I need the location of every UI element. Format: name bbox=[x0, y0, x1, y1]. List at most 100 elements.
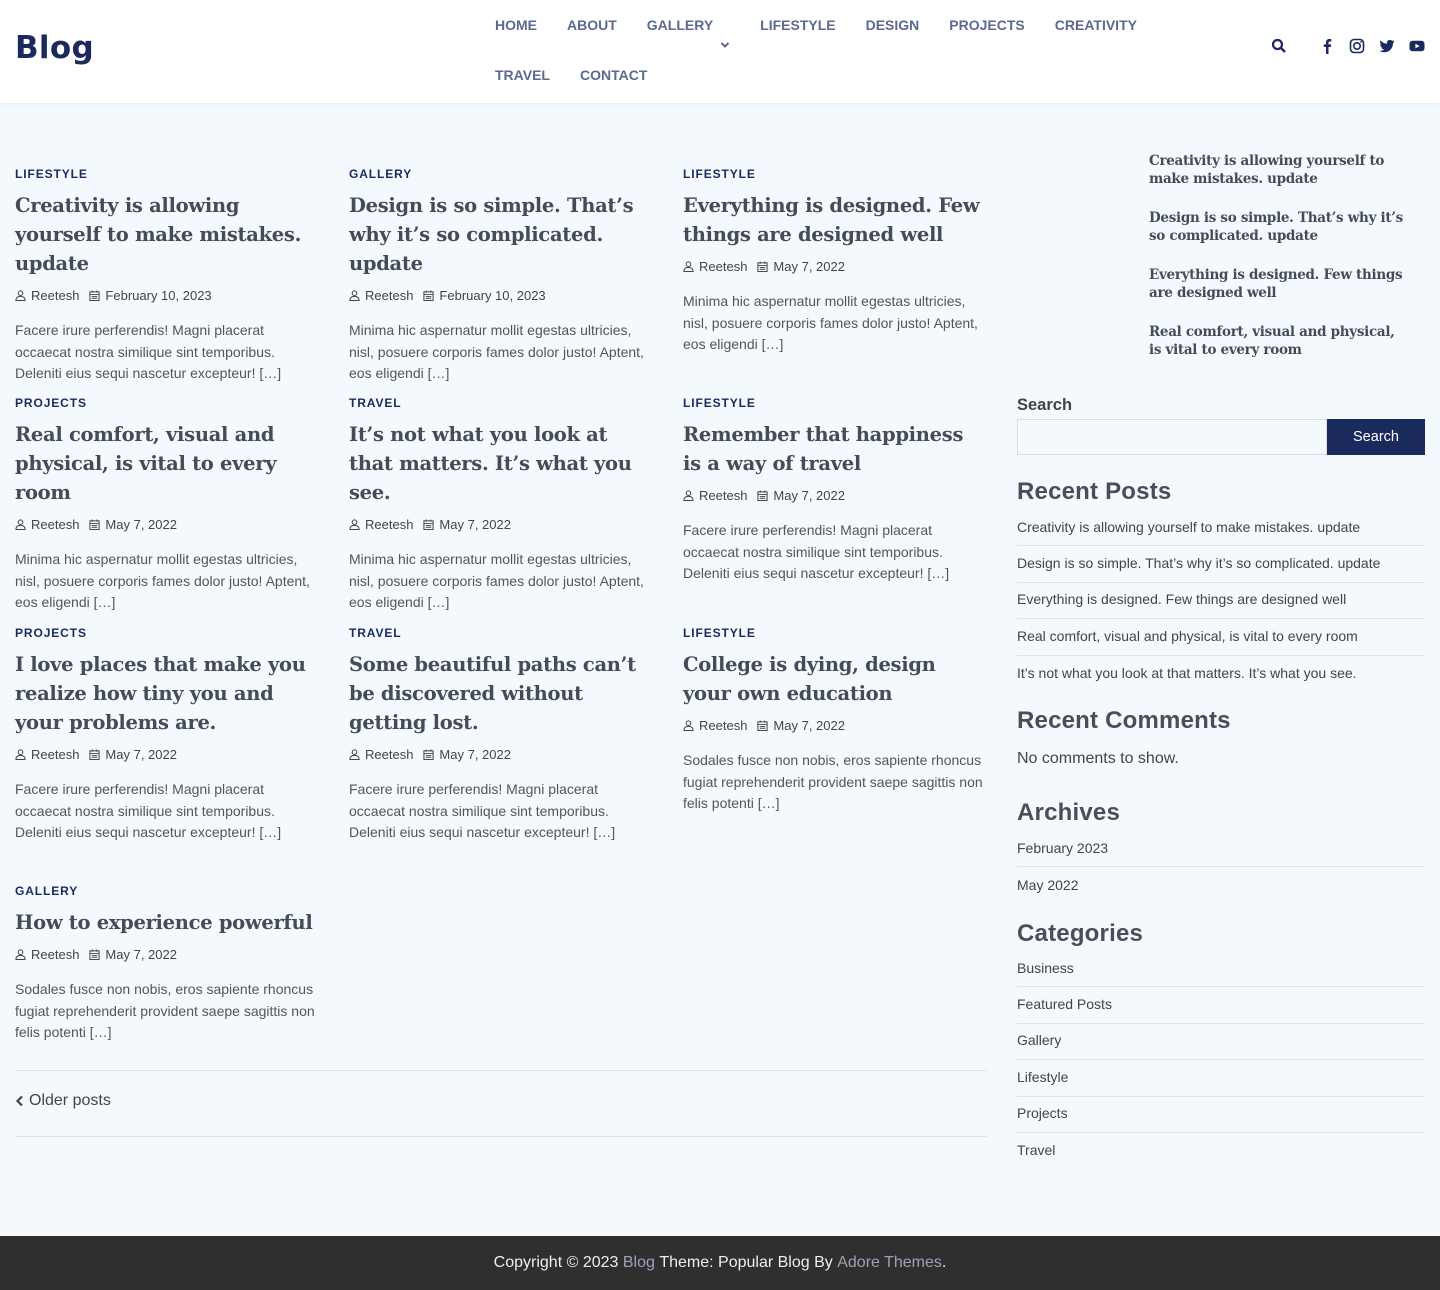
post-category[interactable]: LIFESTYLE bbox=[683, 396, 987, 410]
post-card: LIFESTYLE Remember that happiness is a w… bbox=[683, 396, 987, 585]
post-date[interactable]: May 7, 2022 bbox=[89, 947, 177, 962]
category-link[interactable]: Travel bbox=[1017, 1133, 1425, 1169]
archives-title: Archives bbox=[1017, 799, 1120, 826]
footer-theme-link[interactable]: Adore Themes bbox=[837, 1254, 942, 1272]
post-meta: Reetesh May 7, 2022 bbox=[683, 258, 987, 274]
recent-comments-title: Recent Comments bbox=[1017, 707, 1231, 734]
post-card: GALLERY Design is so simple. That’s why … bbox=[349, 167, 653, 385]
post-date[interactable]: May 7, 2022 bbox=[757, 488, 845, 503]
post-card: LIFESTYLE Creativity is allowing yoursel… bbox=[15, 167, 319, 385]
post-author[interactable]: Reetesh bbox=[15, 947, 79, 962]
recent-post-link[interactable]: It’s not what you look at that matters. … bbox=[1017, 656, 1425, 692]
post-date[interactable]: May 7, 2022 bbox=[757, 259, 845, 274]
post-author[interactable]: Reetesh bbox=[15, 288, 79, 303]
featured-post-title[interactable]: Real comfort, visual and physical, is vi… bbox=[1149, 323, 1411, 380]
search-input[interactable] bbox=[1017, 419, 1327, 455]
post-author[interactable]: Reetesh bbox=[15, 517, 79, 532]
calendar-icon bbox=[89, 948, 101, 960]
pagination-divider-top bbox=[15, 1070, 987, 1071]
instagram-icon[interactable] bbox=[1349, 38, 1365, 54]
post-category[interactable]: LIFESTYLE bbox=[683, 167, 987, 181]
category-link[interactable]: Featured Posts bbox=[1017, 987, 1425, 1024]
post-title[interactable]: Everything is designed. Few things are d… bbox=[683, 191, 987, 249]
post-category[interactable]: GALLERY bbox=[15, 884, 319, 898]
post-excerpt: Minima hic aspernatur mollit egestas ult… bbox=[349, 551, 644, 610]
chevron-left-icon bbox=[15, 1095, 23, 1107]
nav-gallery[interactable]: GALLERY bbox=[632, 0, 745, 50]
post-title[interactable]: Real comfort, visual and physical, is vi… bbox=[15, 420, 319, 507]
featured-post-title[interactable]: Creativity is allowing yourself to make … bbox=[1149, 152, 1411, 209]
post-author[interactable]: Reetesh bbox=[683, 718, 747, 733]
post-author[interactable]: Reetesh bbox=[349, 517, 413, 532]
older-posts-link[interactable]: Older posts bbox=[15, 1092, 111, 1110]
calendar-icon bbox=[423, 518, 435, 530]
user-icon bbox=[683, 260, 694, 272]
nav-about[interactable]: ABOUT bbox=[552, 0, 632, 50]
post-excerpt: Facere irure perferendis! Magni placerat… bbox=[683, 522, 950, 581]
post-card: PROJECTS I love places that make you rea… bbox=[15, 626, 319, 844]
post-card: LIFESTYLE Everything is designed. Few th… bbox=[683, 167, 987, 356]
main-nav: HOME ABOUT GALLERY LIFESTYLE DESIGN PROJ… bbox=[480, 0, 1220, 103]
calendar-icon bbox=[89, 748, 101, 760]
archive-link[interactable]: May 2022 bbox=[1017, 867, 1425, 903]
category-link[interactable]: Lifestyle bbox=[1017, 1060, 1425, 1097]
recent-posts-list: Creativity is allowing yourself to make … bbox=[1017, 510, 1425, 692]
nav-design[interactable]: DESIGN bbox=[851, 0, 935, 50]
post-date[interactable]: May 7, 2022 bbox=[89, 747, 177, 762]
post-title[interactable]: I love places that make you realize how … bbox=[15, 650, 319, 737]
post-author[interactable]: Reetesh bbox=[683, 488, 747, 503]
facebook-icon[interactable] bbox=[1319, 38, 1335, 54]
post-title[interactable]: Design is so simple. That’s why it’s so … bbox=[349, 191, 653, 278]
post-title[interactable]: How to experience powerful bbox=[15, 908, 319, 937]
post-title[interactable]: Some beautiful paths can’t be discovered… bbox=[349, 650, 653, 737]
recent-post-link[interactable]: Design is so simple. That’s why it’s so … bbox=[1017, 546, 1425, 583]
twitter-icon[interactable] bbox=[1379, 38, 1395, 54]
post-category[interactable]: LIFESTYLE bbox=[683, 626, 987, 640]
post-date[interactable]: May 7, 2022 bbox=[757, 718, 845, 733]
category-link[interactable]: Gallery bbox=[1017, 1024, 1425, 1061]
post-date[interactable]: February 10, 2023 bbox=[89, 288, 212, 303]
nav-contact[interactable]: CONTACT bbox=[565, 50, 662, 100]
post-title[interactable]: Remember that happiness is a way of trav… bbox=[683, 420, 987, 478]
post-date[interactable]: February 10, 2023 bbox=[423, 288, 546, 303]
post-date[interactable]: May 7, 2022 bbox=[423, 517, 511, 532]
post-excerpt: Sodales fusce non nobis, eros sapiente r… bbox=[683, 752, 983, 811]
nav-lifestyle[interactable]: LIFESTYLE bbox=[745, 0, 850, 50]
category-link[interactable]: Business bbox=[1017, 951, 1425, 988]
user-icon bbox=[15, 948, 26, 960]
archive-link[interactable]: February 2023 bbox=[1017, 831, 1425, 868]
featured-post-title[interactable]: Design is so simple. That’s why it’s so … bbox=[1149, 209, 1411, 266]
nav-home[interactable]: HOME bbox=[480, 0, 552, 50]
category-link[interactable]: Projects bbox=[1017, 1097, 1425, 1133]
post-title[interactable]: College is dying, design your own educat… bbox=[683, 650, 987, 708]
calendar-icon bbox=[423, 289, 435, 301]
post-category[interactable]: GALLERY bbox=[349, 167, 653, 181]
post-category[interactable]: LIFESTYLE bbox=[15, 167, 319, 181]
post-author[interactable]: Reetesh bbox=[15, 747, 79, 762]
nav-travel[interactable]: TRAVEL bbox=[480, 50, 565, 100]
search-icon[interactable] bbox=[1271, 38, 1287, 54]
calendar-icon bbox=[757, 719, 769, 731]
post-date[interactable]: May 7, 2022 bbox=[89, 517, 177, 532]
recent-post-link[interactable]: Creativity is allowing yourself to make … bbox=[1017, 510, 1425, 547]
site-logo[interactable]: Blog bbox=[15, 30, 94, 66]
post-category[interactable]: PROJECTS bbox=[15, 396, 319, 410]
post-title[interactable]: It’s not what you look at that matters. … bbox=[349, 420, 653, 507]
post-author[interactable]: Reetesh bbox=[683, 259, 747, 274]
site-header: Blog HOME ABOUT GALLERY LIFESTYLE DESIGN… bbox=[0, 0, 1440, 103]
post-author[interactable]: Reetesh bbox=[349, 288, 413, 303]
youtube-icon[interactable] bbox=[1409, 38, 1425, 54]
post-category[interactable]: TRAVEL bbox=[349, 396, 653, 410]
nav-creativity[interactable]: CREATIVITY bbox=[1040, 0, 1152, 50]
post-date[interactable]: May 7, 2022 bbox=[423, 747, 511, 762]
recent-post-link[interactable]: Real comfort, visual and physical, is vi… bbox=[1017, 619, 1425, 656]
recent-post-link[interactable]: Everything is designed. Few things are d… bbox=[1017, 583, 1425, 620]
search-button[interactable]: Search bbox=[1327, 419, 1425, 455]
footer-site-link[interactable]: Blog bbox=[623, 1254, 655, 1272]
featured-post-title[interactable]: Everything is designed. Few things are d… bbox=[1149, 266, 1411, 323]
post-title[interactable]: Creativity is allowing yourself to make … bbox=[15, 191, 319, 278]
post-category[interactable]: TRAVEL bbox=[349, 626, 653, 640]
post-author[interactable]: Reetesh bbox=[349, 747, 413, 762]
post-category[interactable]: PROJECTS bbox=[15, 626, 319, 640]
nav-projects[interactable]: PROJECTS bbox=[934, 0, 1039, 50]
